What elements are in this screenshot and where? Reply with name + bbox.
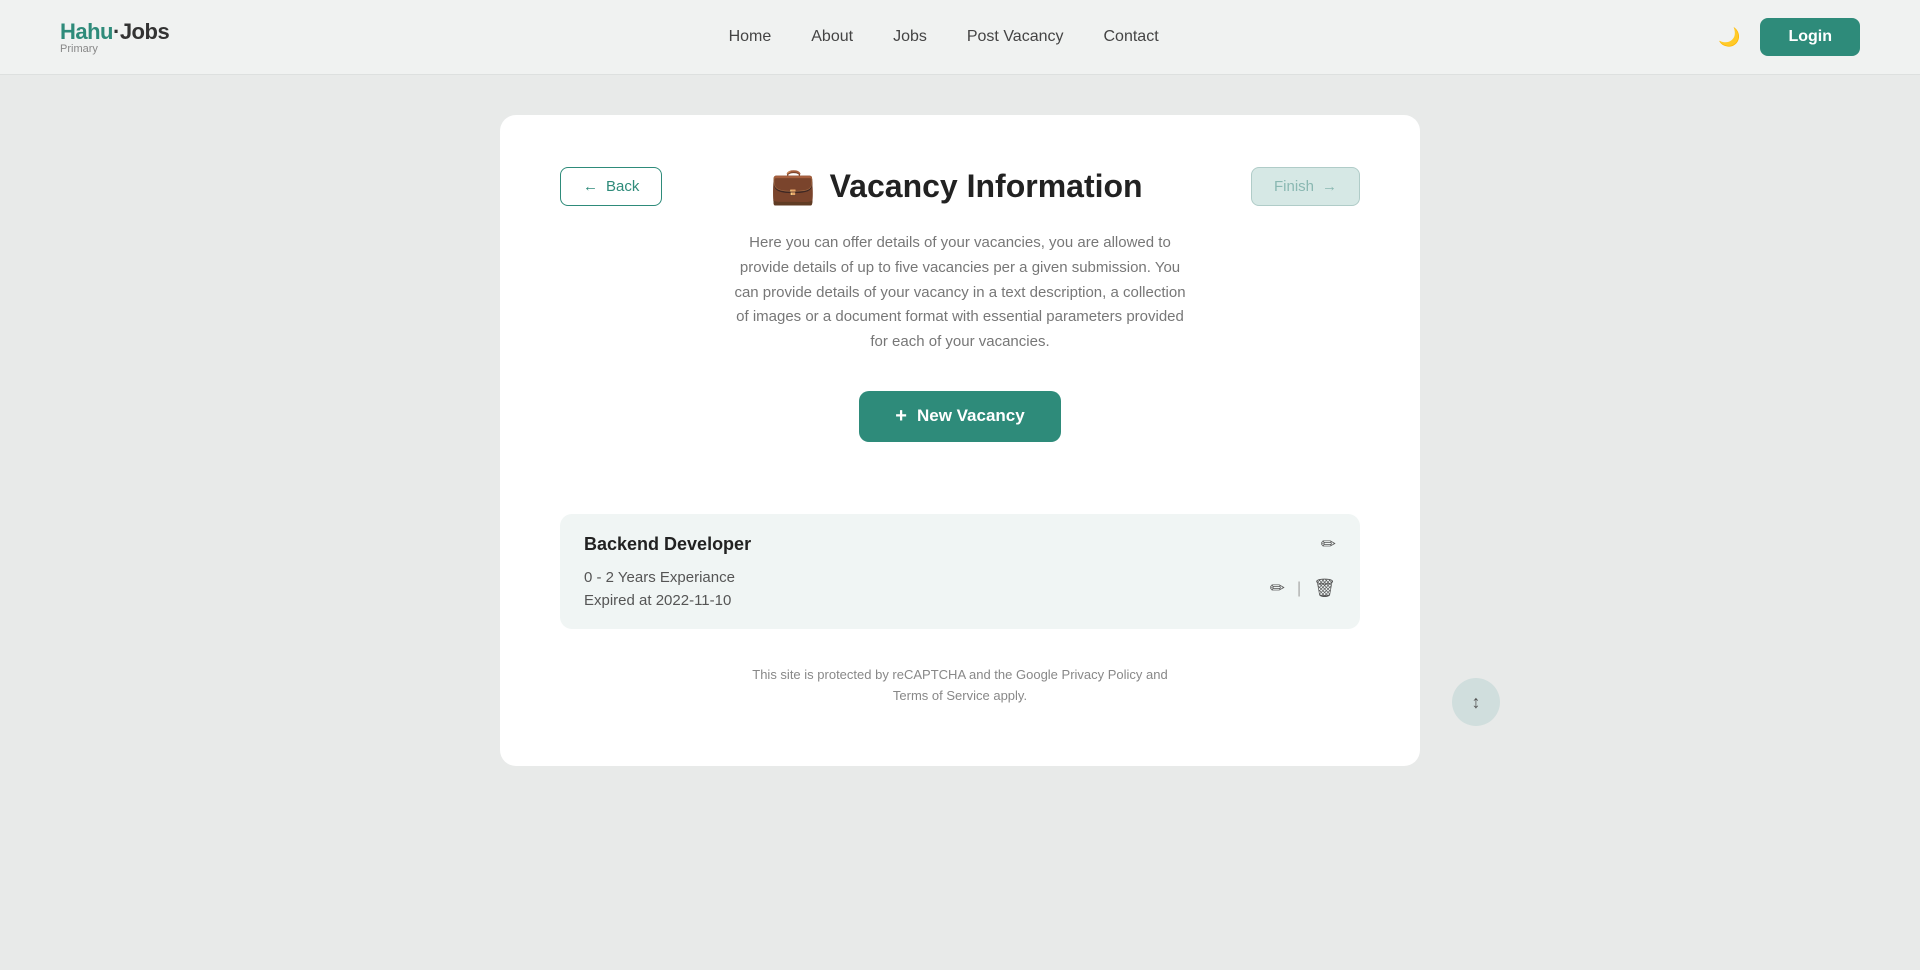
mouse-cursor-icon: ↕: [1472, 692, 1481, 713]
arrow-left-icon: ←: [583, 178, 598, 195]
nav-links: Home About Jobs Post Vacancy Contact: [729, 28, 1159, 46]
logo-title: Hahu·Jobs: [60, 19, 169, 45]
nav-jobs[interactable]: Jobs: [893, 28, 927, 46]
main-content: ← Back 💼 Vacancy Information Finish → He…: [0, 75, 1920, 806]
recaptcha-line2: Terms of Service apply.: [893, 688, 1027, 703]
nav-home[interactable]: Home: [729, 28, 772, 46]
vacancy-edit-top-icon[interactable]: ✏: [1321, 534, 1336, 555]
recaptcha-line1: This site is protected by reCAPTCHA and …: [752, 667, 1167, 682]
plus-icon: +: [895, 405, 907, 428]
nav-contact[interactable]: Contact: [1104, 28, 1159, 46]
login-button[interactable]: Login: [1760, 18, 1860, 56]
new-vacancy-wrapper: + New Vacancy: [560, 391, 1360, 478]
delete-icon[interactable]: 🗑: [1313, 578, 1336, 599]
briefcase-icon: 💼: [771, 165, 816, 207]
recaptcha-text: This site is protected by reCAPTCHA and …: [560, 665, 1360, 707]
finish-button[interactable]: Finish →: [1251, 167, 1360, 206]
vacancy-card-header: Backend Developer ✏: [584, 534, 1336, 555]
page-title-row: 💼 Vacancy Information: [771, 165, 1143, 207]
card-header: ← Back 💼 Vacancy Information Finish →: [560, 165, 1360, 207]
finish-label: Finish: [1274, 178, 1314, 195]
nav-right: 🌙 Login: [1718, 18, 1860, 56]
vacancy-expiry: Expired at 2022-11-10: [584, 592, 735, 609]
new-vacancy-label: New Vacancy: [917, 406, 1025, 426]
new-vacancy-button[interactable]: + New Vacancy: [859, 391, 1060, 442]
scroll-button[interactable]: ↕: [1452, 678, 1500, 726]
dark-mode-button[interactable]: 🌙: [1718, 27, 1740, 48]
page-title: Vacancy Information: [830, 168, 1143, 205]
navbar: Hahu·Jobs Primary Home About Jobs Post V…: [0, 0, 1920, 75]
logo-subtitle: Primary: [60, 43, 169, 55]
vacancy-card: Backend Developer ✏ 0 - 2 Years Experian…: [560, 514, 1360, 629]
back-label: Back: [606, 178, 639, 195]
vacancy-experience: 0 - 2 Years Experiance: [584, 569, 735, 586]
vacancy-details: 0 - 2 Years Experiance Expired at 2022-1…: [584, 569, 1336, 609]
edit-icon[interactable]: ✏: [1270, 578, 1285, 599]
moon-icon: 🌙: [1718, 27, 1740, 48]
vacancy-info: 0 - 2 Years Experiance Expired at 2022-1…: [584, 569, 735, 609]
nav-post-vacancy[interactable]: Post Vacancy: [967, 28, 1064, 46]
vacancy-title: Backend Developer: [584, 534, 751, 555]
back-button[interactable]: ← Back: [560, 167, 662, 206]
vacancy-description: Here you can offer details of your vacan…: [730, 231, 1190, 355]
arrow-right-icon: →: [1322, 178, 1337, 195]
card: ← Back 💼 Vacancy Information Finish → He…: [500, 115, 1420, 766]
action-divider: |: [1297, 580, 1301, 598]
page-title-area: 💼 Vacancy Information: [771, 165, 1143, 207]
vacancy-actions: ✏ | 🗑: [1270, 578, 1336, 599]
nav-about[interactable]: About: [811, 28, 853, 46]
logo-area: Hahu·Jobs Primary: [60, 19, 169, 55]
